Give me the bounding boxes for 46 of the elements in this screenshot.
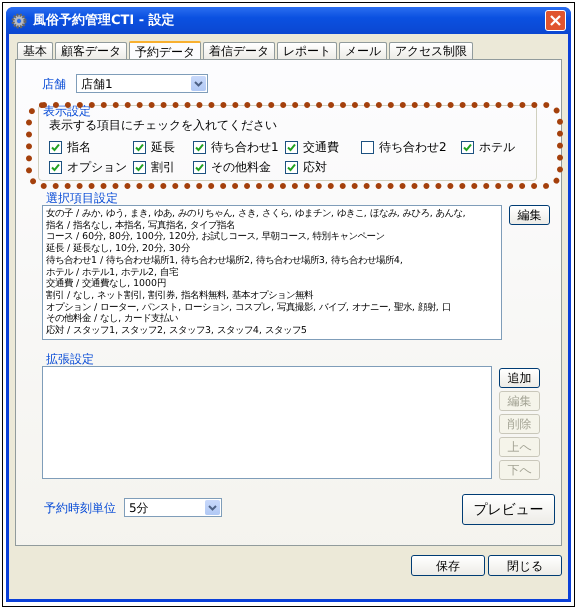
choice-list[interactable]: 女の子 / みか, ゆう, まき, ゆあ, みのりちゃん, さき, さくら, ゆまチン, ゆきこ, ほなみ, みひろ, あんな, 指名 / 指名なし, 本指名, 写真指名, タイプ指名 コース / 60分, 80分, 100分, 120分, お試しコース, 早朝コース, 特別キャンペーン 延長 / 延長なし, 10分, 20分, 30分 待ち合わせ1 / 待ち合わせ場所1, 待ち合わせ場所2, 待ち合わせ場所3, 待ち合わせ場所4, ホテル / ホテル1, ホテル2, 自宅 交通費 / 交通費なし, 1000円 割引 / なし, ネット割引, 割引券, 指名料無料, 基本オプション無料 オプション / ローター, パンスト, ローション, コスプレ, 写真撮影, バイブ, オナニー, 聖水, 顔射, 口 その他料金 / なし, カード支払い 応対 / スタッフ1, スタッフ2, スタッフ3, スタッフ4, スタッフ5 [42, 205, 502, 340]
section-label: 選択項目設定 [45, 191, 119, 205]
check-icon [463, 142, 472, 152]
checkbox[interactable]: 応対 [285, 160, 361, 174]
store-dropdown[interactable]: 店舗1 [76, 74, 208, 93]
check-icon [135, 142, 144, 152]
instruction-text: 表示する項目にチェックを入れてください [49, 118, 278, 132]
footer-button[interactable]: 閉じる [488, 555, 562, 576]
field-label: 予約時刻単位 [44, 500, 116, 514]
chevron-icon [191, 76, 206, 91]
preview-button[interactable]: プレビュー [462, 494, 555, 525]
close-button[interactable] [545, 10, 566, 31]
checkbox[interactable]: 指名 [49, 140, 133, 154]
checkbox[interactable]: オプション [49, 160, 133, 174]
check-icon [287, 142, 296, 152]
footer-button[interactable]: 保存 [411, 555, 485, 576]
check-icon [287, 162, 296, 172]
tab[interactable]: 着信データ [203, 42, 275, 59]
tab[interactable]: 予約データ [129, 41, 201, 60]
checkbox[interactable]: 待ち合わせ1 [193, 140, 285, 154]
section-label: 拡張設定 [45, 352, 95, 366]
close-icon [549, 14, 562, 27]
tab[interactable]: 基本 [17, 42, 53, 59]
check-icon [135, 162, 144, 172]
check-icon [195, 142, 204, 152]
edit-button[interactable]: 編集 [509, 205, 550, 225]
checkbox[interactable]: ホテル [461, 140, 536, 154]
check-icon [51, 162, 60, 172]
extended-list[interactable] [42, 366, 492, 479]
tab[interactable]: アクセス制限 [389, 42, 473, 59]
tab[interactable]: レポート [277, 42, 337, 59]
check-icon [195, 162, 204, 172]
checkbox[interactable]: 交通費 [285, 140, 361, 154]
window-title: 風俗予約管理CTI - 設定 [33, 14, 176, 28]
checkbox[interactable]: 延長 [133, 140, 193, 154]
tab[interactable]: メール [339, 42, 387, 59]
field-label: 店舗 [42, 76, 66, 90]
chevron-icon [205, 500, 220, 515]
checkbox[interactable]: 待ち合わせ2 [361, 140, 461, 154]
tab[interactable]: 顧客データ [55, 42, 127, 59]
check-icon [51, 142, 60, 152]
checkbox[interactable]: 割引 [133, 160, 193, 174]
time-unit-dropdown[interactable]: 5分 [124, 498, 222, 517]
checkbox[interactable]: その他料金 [193, 160, 285, 174]
list-button[interactable]: 追加 [499, 368, 540, 388]
gear-icon [11, 12, 27, 28]
